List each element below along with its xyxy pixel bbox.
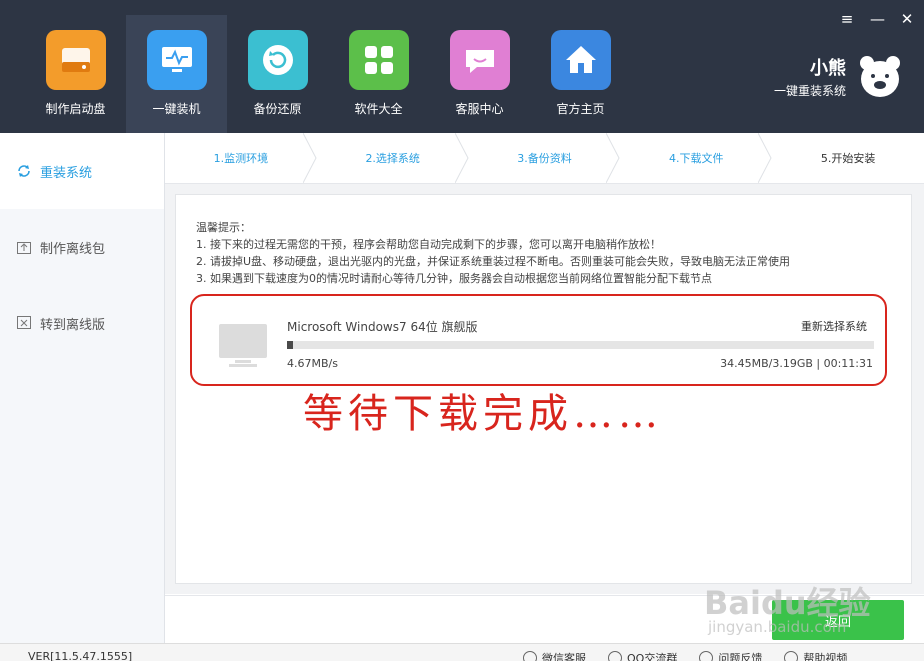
tips-title: 温馨提示： xyxy=(196,221,251,234)
step-label: 4.下载文件 xyxy=(669,152,724,165)
baidu-watermark-url: jingyan.baidu.com xyxy=(708,618,847,636)
brand-title: 小熊 xyxy=(810,57,846,79)
window-controls: ≡ — ✕ xyxy=(840,10,914,28)
sidebar-item-label: 转到离线版 xyxy=(40,317,106,333)
os-name: Microsoft Windows7 64位 旗舰版 xyxy=(287,320,478,334)
nav-label: 客服中心 xyxy=(455,102,504,116)
progress-bar xyxy=(287,341,874,349)
step-label: 3.备份资料 xyxy=(517,152,572,165)
download-panel: 温馨提示： 1. 接下来的过程无需您的干预，程序会帮助您自动完成剩下的步骤，您可… xyxy=(175,194,912,584)
sidebar-item-reinstall[interactable]: 重装系统 xyxy=(0,133,164,209)
reselect-system-link[interactable]: 重新选择系统 xyxy=(801,318,867,334)
step-item: 1.监测环境 xyxy=(165,133,317,183)
sidebar-item-make-offline[interactable]: 制作离线包 xyxy=(0,209,164,285)
bear-logo-icon xyxy=(860,56,900,97)
help-icon xyxy=(784,651,799,661)
qq-icon xyxy=(608,651,622,661)
tips: 温馨提示： 1. 接下来的过程无需您的干预，程序会帮助您自动完成剩下的步骤，您可… xyxy=(196,219,790,287)
footer-link-wechat[interactable]: 微信客服 xyxy=(523,650,586,661)
progress-fill xyxy=(287,341,294,349)
download-speed: 4.67MB/s xyxy=(287,357,338,370)
brand: 小熊 一键重装系统 xyxy=(774,52,904,100)
offline-icon xyxy=(16,315,32,331)
footer-link-label: 问题反馈 xyxy=(718,652,763,661)
annotation-text: 等待下载完成…… xyxy=(303,391,663,437)
footer-link-feedback[interactable]: 问题反馈 xyxy=(699,650,762,661)
step-label: 1.监测环境 xyxy=(213,152,269,165)
nav-item-homepage[interactable]: 官方主页 xyxy=(530,15,631,133)
footer-link-qq[interactable]: QQ交流群 xyxy=(608,650,677,661)
usb-drive-icon xyxy=(45,30,106,90)
footer: VER[11.5.47.1555] 微信客服 QQ交流群 问题反馈 帮助视频 xyxy=(0,643,924,661)
close-button[interactable]: ✕ xyxy=(900,10,914,28)
sidebar-item-label: 重装系统 xyxy=(40,165,93,181)
nav-item-make-boot-disk[interactable]: 制作启动盘 xyxy=(25,15,126,133)
footer-links: 微信客服 QQ交流群 问题反馈 帮助视频 xyxy=(523,650,869,661)
chevron-right-icon xyxy=(454,133,469,183)
nav-item-backup-restore[interactable]: 备份还原 xyxy=(227,15,328,133)
step-indicator: 1.监测环境 2.选择系统 3.备份资料 4.下载文件 5.开始安装 xyxy=(165,133,924,184)
tip-line: 2. 请拔掉U盘、移动硬盘，退出光驱内的光盘，并保证系统重装过程不断电。否则重装… xyxy=(196,255,791,268)
nav-item-one-click-install[interactable]: 一键装机 xyxy=(126,15,227,133)
nav-item-support[interactable]: 客服中心 xyxy=(429,15,530,133)
monitor-install-icon xyxy=(146,30,207,90)
footer-link-label: 帮助视频 xyxy=(803,652,848,661)
tip-line: 1. 接下来的过程无需您的干预，程序会帮助您自动完成剩下的步骤，您可以离开电脑稍… xyxy=(196,238,661,251)
step-label: 5.开始安装 xyxy=(820,152,876,165)
step-item: 5.开始安装 xyxy=(772,133,924,183)
menu-icon[interactable]: ≡ xyxy=(840,10,854,28)
sidebar-item-label: 制作离线包 xyxy=(40,241,106,257)
feedback-icon xyxy=(699,651,714,661)
home-icon xyxy=(550,30,611,90)
step-label: 2.选择系统 xyxy=(365,152,420,165)
footer-link-label: 微信客服 xyxy=(542,652,586,661)
top-nav: 制作启动盘 一键装机 备份还原 软件大全 客服中心 官方主页 xyxy=(25,15,631,133)
version-label: VER[11.5.47.1555] xyxy=(28,650,133,661)
nav-label: 官方主页 xyxy=(556,102,605,116)
nav-label: 制作启动盘 xyxy=(45,102,106,116)
minimize-button[interactable]: — xyxy=(870,10,885,28)
refresh-icon xyxy=(16,163,32,179)
monitor-icon xyxy=(219,324,267,367)
main-content: 温馨提示： 1. 接下来的过程无需您的干预，程序会帮助您自动完成剩下的步骤，您可… xyxy=(165,184,924,594)
apps-grid-icon xyxy=(348,30,409,90)
nav-label: 软件大全 xyxy=(354,102,403,116)
nav-label: 备份还原 xyxy=(253,102,302,116)
sidebar-item-to-offline[interactable]: 转到离线版 xyxy=(0,285,164,361)
chat-icon xyxy=(449,30,510,90)
sidebar: 重装系统 制作离线包 转到离线版 xyxy=(0,133,165,643)
brand-subtitle: 一键重装系统 xyxy=(773,83,846,98)
wechat-icon xyxy=(523,651,537,661)
step-item: 2.选择系统 xyxy=(317,133,469,183)
restore-icon xyxy=(247,30,308,90)
tip-line: 3. 如果遇到下载速度为0的情况时请耐心等待几分钟，服务器会自动根据您当前网络位… xyxy=(196,272,712,285)
step-item: 4.下载文件 xyxy=(620,133,772,183)
chevron-right-icon xyxy=(758,133,772,183)
download-item: Microsoft Windows7 64位 旗舰版 重新选择系统 4.67MB… xyxy=(190,294,887,386)
chevron-right-icon xyxy=(606,133,620,183)
upload-box-icon xyxy=(16,239,32,255)
download-progress-text: 34.45MB/3.19GB | 00:11:31 xyxy=(720,357,873,370)
header: ≡ — ✕ 制作启动盘 一键装机 备份还原 软件大全 客服中心 官方主页 小熊 … xyxy=(0,0,924,133)
app-window: ≡ — ✕ 制作启动盘 一键装机 备份还原 软件大全 客服中心 官方主页 小熊 … xyxy=(0,0,924,661)
nav-item-software[interactable]: 软件大全 xyxy=(328,15,429,133)
nav-label: 一键装机 xyxy=(152,102,201,116)
chevron-right-icon xyxy=(302,133,317,183)
footer-link-help-video[interactable]: 帮助视频 xyxy=(784,650,847,661)
step-item: 3.备份资料 xyxy=(469,133,621,183)
footer-link-label: QQ交流群 xyxy=(627,652,678,661)
